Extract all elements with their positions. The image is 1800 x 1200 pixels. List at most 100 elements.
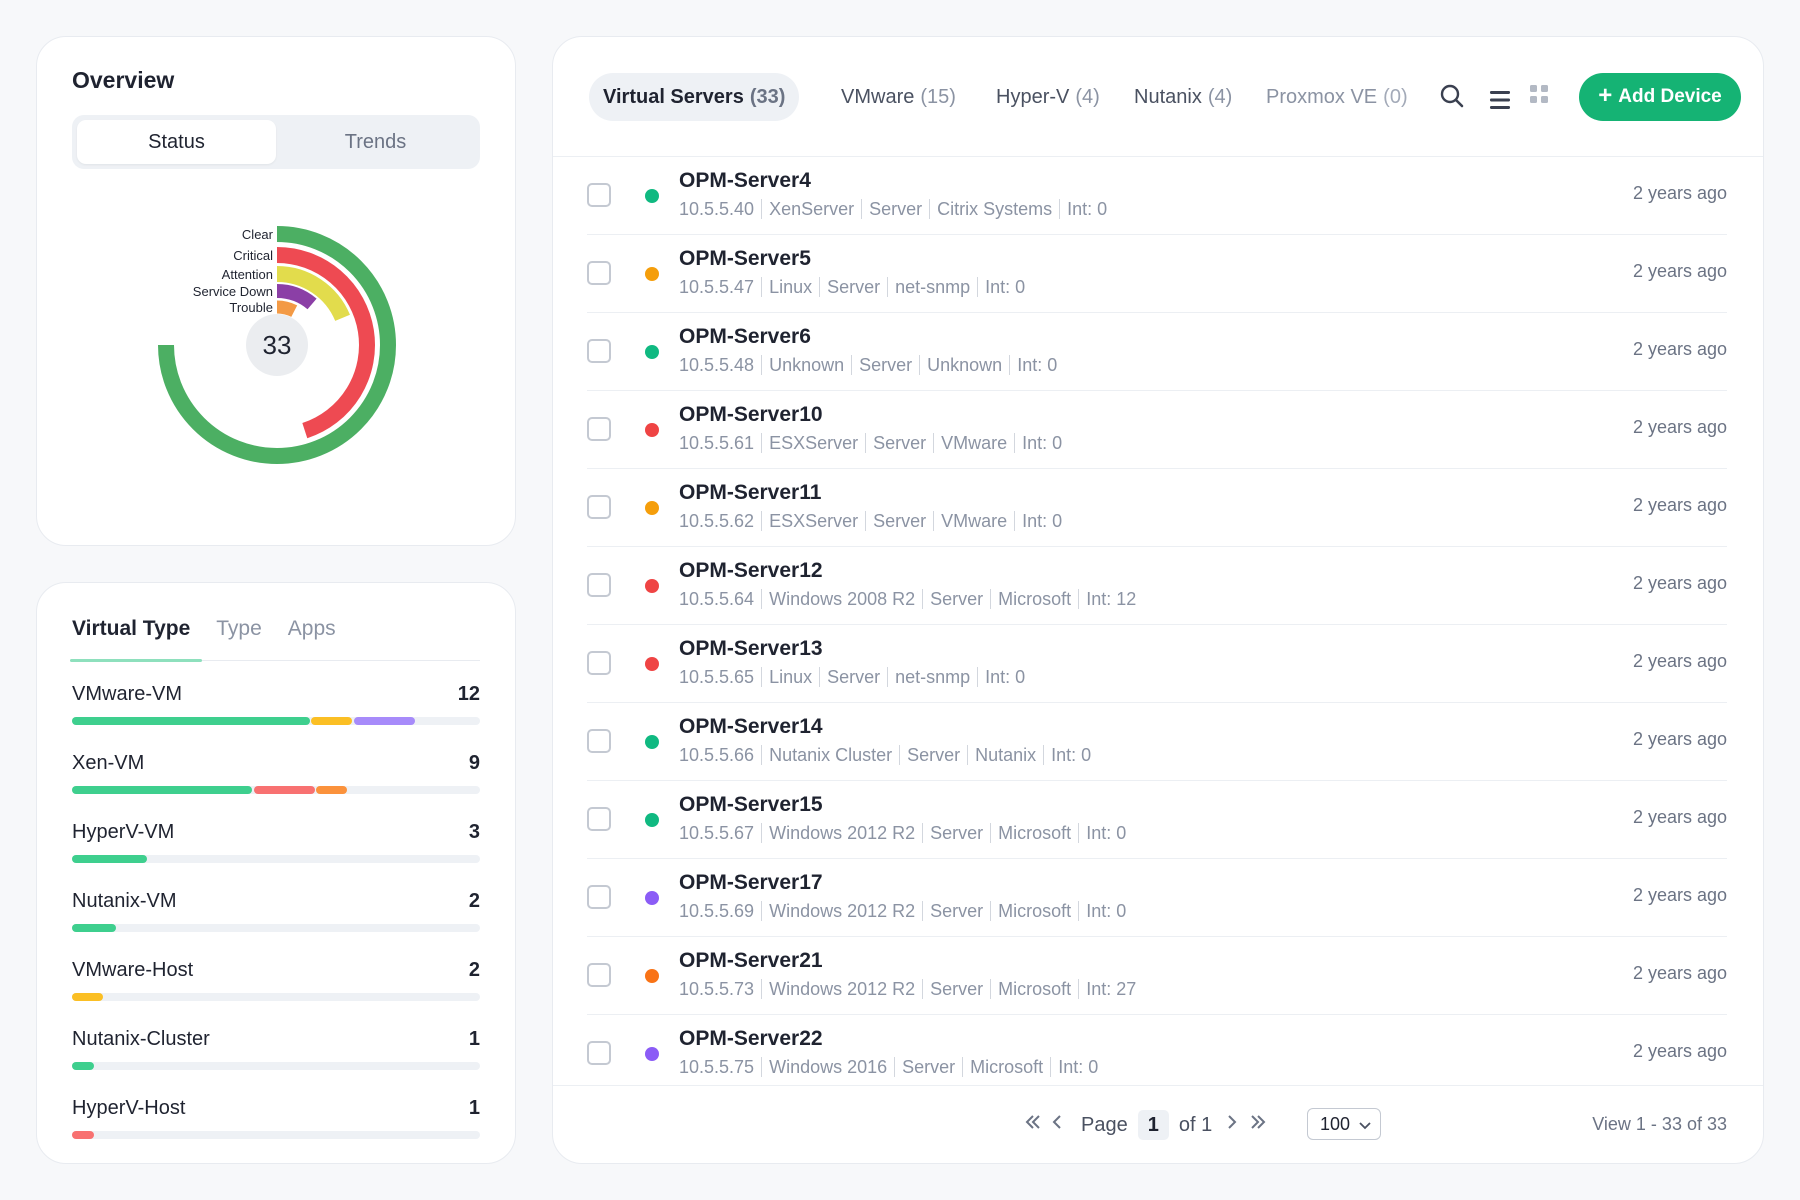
meta-separator — [933, 511, 935, 531]
device-last-updated: 2 years ago — [1632, 573, 1727, 593]
current-page-input[interactable]: 1 — [1137, 1110, 1169, 1140]
grid-view-icon[interactable] — [1522, 77, 1556, 111]
device-name[interactable]: OPM-Server5 — [679, 247, 811, 271]
device-name[interactable]: OPM-Server15 — [679, 793, 823, 817]
virtual-type-item[interactable]: Xen-VM 9 — [72, 752, 480, 821]
status-dot — [645, 891, 659, 905]
virtual-type-name: Xen-VM — [72, 752, 145, 774]
tab-virtual-type[interactable]: Virtual Type — [69, 613, 203, 662]
last-page-icon[interactable] — [1248, 1112, 1268, 1138]
tab-proxmox-ve[interactable]: Proxmox VE (0) — [1266, 73, 1408, 121]
row-checkbox[interactable] — [587, 651, 611, 675]
device-row[interactable]: OPM-Server10 10.5.5.61 ESXServer Server VMwa… — [587, 391, 1727, 469]
virtual-type-item[interactable]: VMware-VM 12 — [72, 683, 480, 752]
device-name[interactable]: OPM-Server17 — [679, 871, 823, 895]
device-row[interactable]: OPM-Server17 10.5.5.69 Windows 2012 R2 Serv… — [587, 859, 1727, 937]
virtual-type-item[interactable]: Nutanix-VM 2 — [72, 890, 480, 959]
tab-status[interactable]: Status — [77, 120, 276, 164]
device-row[interactable]: OPM-Server11 10.5.5.62 ESXServer Server VMwa… — [587, 469, 1727, 547]
tab-virtual-servers[interactable]: Virtual Servers (33) — [589, 73, 800, 121]
row-checkbox[interactable] — [587, 495, 611, 519]
prev-page-icon[interactable] — [1047, 1112, 1067, 1138]
device-name[interactable]: OPM-Server21 — [679, 949, 823, 973]
device-vendor: Unknown — [927, 355, 1003, 375]
row-checkbox[interactable] — [587, 885, 611, 909]
device-name[interactable]: OPM-Server11 — [679, 481, 821, 505]
virtual-type-item[interactable]: Nutanix-Cluster 1 — [72, 1028, 480, 1097]
device-row[interactable]: OPM-Server4 10.5.5.40 XenServer Server Citri… — [587, 157, 1727, 235]
bar-segment — [253, 786, 315, 794]
meta-separator — [1009, 355, 1011, 375]
device-interfaces: Int: 0 — [1058, 1057, 1099, 1077]
device-type: Server — [873, 511, 927, 531]
bar-segment — [72, 993, 103, 1001]
row-checkbox[interactable] — [587, 261, 611, 285]
tab-apps[interactable]: Apps — [288, 613, 336, 661]
device-meta: 10.5.5.61 ESXServer Server VMware Int: 0 — [679, 433, 1062, 454]
device-meta: 10.5.5.66 Nutanix Cluster Server Nutanix Int… — [679, 745, 1091, 766]
bar-segment — [72, 1062, 95, 1070]
device-interfaces: Int: 0 — [1086, 823, 1127, 843]
tab-vmware[interactable]: VMware (15) — [841, 73, 956, 121]
bar-segment — [72, 717, 310, 725]
row-checkbox[interactable] — [587, 573, 611, 597]
next-page-icon[interactable] — [1222, 1112, 1242, 1138]
device-interfaces: Int: 0 — [1022, 511, 1063, 531]
virtual-type-item[interactable]: HyperV-VM 3 — [72, 821, 480, 890]
device-name[interactable]: OPM-Server10 — [679, 403, 823, 427]
device-name[interactable]: OPM-Server12 — [679, 559, 823, 583]
donut-arc-trouble[interactable] — [276, 300, 298, 318]
row-checkbox[interactable] — [587, 807, 611, 831]
row-checkbox[interactable] — [587, 183, 611, 207]
donut-label: Trouble — [229, 300, 273, 315]
device-last-updated: 2 years ago — [1632, 651, 1727, 671]
device-row[interactable]: OPM-Server12 10.5.5.64 Windows 2008 R2 Serv… — [587, 547, 1727, 625]
device-name[interactable]: OPM-Server22 — [679, 1027, 823, 1051]
row-checkbox[interactable] — [587, 339, 611, 363]
tab-trends[interactable]: Trends — [276, 120, 475, 164]
row-checkbox[interactable] — [587, 417, 611, 441]
device-last-updated: 2 years ago — [1632, 1041, 1727, 1061]
device-name[interactable]: OPM-Server6 — [679, 325, 811, 349]
device-row[interactable]: OPM-Server22 10.5.5.75 Windows 2016 Server M… — [587, 1015, 1727, 1093]
device-vendor: Microsoft — [970, 1057, 1044, 1077]
device-type: Server — [930, 979, 984, 999]
overview-card: Overview Status Trends Clear Critical Atte… — [36, 36, 516, 546]
device-row[interactable]: OPM-Server13 10.5.5.65 Linux Server net-snmp… — [587, 625, 1727, 703]
tab-nutanix[interactable]: Nutanix (4) — [1134, 73, 1232, 121]
donut-label: Service Down — [193, 284, 273, 299]
device-meta: 10.5.5.73 Windows 2012 R2 Server Microsoft I… — [679, 979, 1136, 1000]
meta-separator — [933, 433, 935, 453]
per-page-select[interactable]: 100 — [1307, 1108, 1381, 1140]
virtual-type-bar — [72, 1131, 480, 1139]
device-vendor: Citrix Systems — [937, 199, 1053, 219]
bar-segment — [72, 855, 147, 863]
bar-segment — [72, 924, 117, 932]
search-icon[interactable] — [1435, 79, 1469, 113]
meta-separator — [990, 979, 992, 999]
list-view-icon[interactable] — [1483, 83, 1517, 117]
device-name[interactable]: OPM-Server13 — [679, 637, 823, 661]
tab-hyper-v[interactable]: Hyper-V (4) — [996, 73, 1100, 121]
virtual-type-name: Nutanix-Cluster — [72, 1028, 210, 1050]
virtual-type-item[interactable]: VMware-Host 2 — [72, 959, 480, 1028]
row-checkbox[interactable] — [587, 1041, 611, 1065]
add-device-button[interactable]: + Add Device — [1579, 73, 1741, 121]
add-device-label: Add Device — [1618, 86, 1722, 107]
device-row[interactable]: OPM-Server14 10.5.5.66 Nutanix Cluster Serv… — [587, 703, 1727, 781]
row-checkbox[interactable] — [587, 963, 611, 987]
status-dot — [645, 267, 659, 281]
row-checkbox[interactable] — [587, 729, 611, 753]
device-name[interactable]: OPM-Server14 — [679, 715, 823, 739]
virtual-type-list: VMware-VM 12 Xen-VM 9 HyperV-VM 3 Nutanix-VM 2 V… — [72, 683, 480, 1166]
device-interfaces: Int: 0 — [1017, 355, 1058, 375]
device-row[interactable]: OPM-Server6 10.5.5.48 Unknown Server Unknown… — [587, 313, 1727, 391]
device-row[interactable]: OPM-Server21 10.5.5.73 Windows 2012 R2 Serv… — [587, 937, 1727, 1015]
device-row[interactable]: OPM-Server15 10.5.5.67 Windows 2012 R2 Serv… — [587, 781, 1727, 859]
device-name[interactable]: OPM-Server4 — [679, 169, 811, 193]
tab-type[interactable]: Type — [216, 613, 262, 661]
device-row[interactable]: OPM-Server5 10.5.5.47 Linux Server net-snmp I… — [587, 235, 1727, 313]
status-dot — [645, 657, 659, 671]
virtual-type-item[interactable]: HyperV-Host 1 — [72, 1097, 480, 1166]
first-page-icon[interactable] — [1023, 1112, 1043, 1138]
